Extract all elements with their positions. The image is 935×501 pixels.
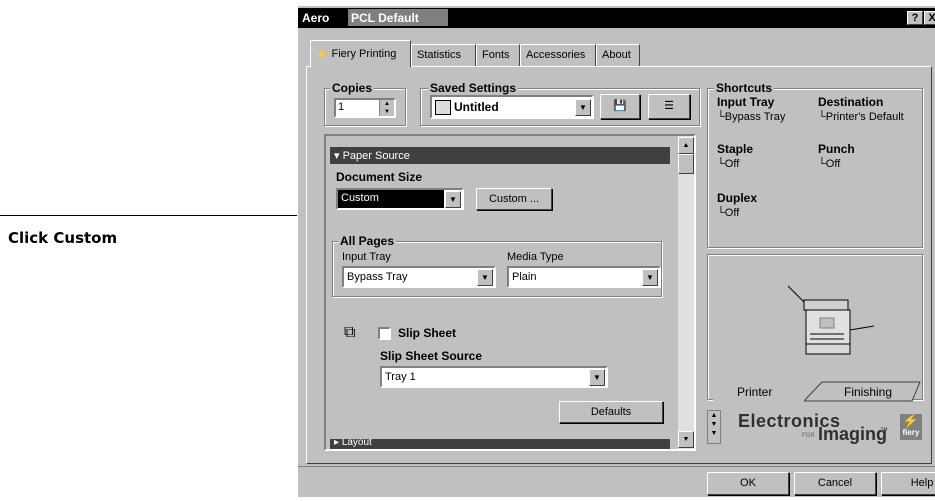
- scroll-thumb[interactable]: [678, 154, 694, 174]
- save-settings-button[interactable]: 💾: [600, 94, 640, 119]
- copies-input[interactable]: 1 ▲ ▼: [334, 98, 396, 118]
- scroll-up-arrow[interactable]: ▲: [678, 137, 694, 154]
- layout-header[interactable]: ▸ Layout: [330, 439, 670, 449]
- slip-sheet-checkbox[interactable]: [378, 327, 391, 340]
- media-type-dropdown-arrow[interactable]: ▼: [642, 269, 658, 286]
- fiery-lightning-icon: ⚡: [316, 49, 329, 60]
- saved-settings-dropdown-arrow[interactable]: ▼: [575, 99, 591, 116]
- media-type-select[interactable]: Plain ▼: [507, 266, 661, 288]
- manage-settings-button[interactable]: ☰: [648, 94, 690, 119]
- callout-label: Click Custom: [8, 229, 118, 247]
- save-icon: 💾: [613, 100, 627, 112]
- saved-settings-label: Saved Settings: [428, 81, 519, 95]
- slip-sheet-label: Slip Sheet: [398, 326, 457, 340]
- shortcut-staple-value: Off: [724, 158, 740, 170]
- panel-scrollbar[interactable]: ▲ ▼: [678, 136, 694, 449]
- help-button[interactable]: Help: [881, 472, 935, 495]
- copies-label: Copies: [330, 81, 375, 95]
- brand-trademark: ™: [880, 426, 888, 435]
- close-title-button[interactable]: X: [924, 11, 935, 25]
- scroll-down-arrow[interactable]: ▼: [678, 431, 694, 448]
- shortcut-duplex-value: Off: [724, 207, 740, 219]
- shortcut-duplex-label: Duplex: [717, 191, 758, 205]
- document-size-select[interactable]: Custom ▼: [336, 188, 464, 210]
- tab-printer[interactable]: Printer: [713, 383, 807, 401]
- shortcut-punch-label: Punch: [818, 142, 855, 156]
- finishing-tab-label: Finishing: [844, 385, 892, 399]
- shortcut-destination-value: Printer's Default: [825, 111, 904, 123]
- ok-button[interactable]: OK: [707, 472, 789, 495]
- shortcut-staple-label: Staple: [717, 142, 754, 156]
- tab-finishing[interactable]: Finishing: [804, 380, 922, 402]
- title-bar: Aero PCL Default ? X: [298, 8, 935, 28]
- settings-panel: ▾ Paper Source Document Size Custom ▼ Cu…: [324, 134, 696, 451]
- brand-scroll-control[interactable]: ▲ ▼ ▼: [707, 410, 721, 444]
- input-tray-label: Input Tray: [342, 251, 391, 263]
- input-tray-dropdown-arrow[interactable]: ▼: [477, 269, 493, 286]
- custom-button[interactable]: Custom ...: [476, 188, 552, 210]
- paper-source-header[interactable]: ▾ Paper Source: [330, 147, 670, 164]
- shortcut-punch-value: Off: [825, 158, 841, 170]
- printer-illustration-icon: [787, 285, 875, 355]
- tab-statistics[interactable]: Statistics: [411, 44, 476, 66]
- window-title: Aero: [302, 11, 330, 25]
- window-title-selected: PCL Default: [348, 9, 448, 26]
- shortcut-destination-label: Destination: [818, 95, 884, 109]
- document-size-dropdown-arrow[interactable]: ▼: [445, 191, 461, 208]
- tab-about[interactable]: About: [596, 44, 640, 66]
- tab-fiery-printing[interactable]: ⚡ Fiery Printing: [310, 40, 411, 67]
- list-icon: ☰: [664, 100, 674, 112]
- tab-fonts[interactable]: Fonts: [476, 44, 520, 66]
- slip-sheet-source-select[interactable]: Tray 1 ▼: [380, 366, 608, 388]
- all-pages-label: All Pages: [338, 234, 397, 248]
- printer-icon: [435, 100, 451, 115]
- help-title-button[interactable]: ?: [907, 11, 923, 25]
- shortcut-input-tray-label: Input Tray: [717, 95, 775, 109]
- tab-accessories[interactable]: Accessories: [520, 44, 596, 66]
- footer-divider: [298, 466, 935, 467]
- shortcut-input-tray-value: Bypass Tray: [724, 111, 786, 123]
- fiery-logo: ⚡ fiery: [900, 414, 922, 440]
- input-tray-select[interactable]: Bypass Tray ▼: [342, 266, 496, 288]
- slip-sheet-source-dropdown-arrow[interactable]: ▼: [589, 369, 605, 386]
- print-dialog-window: Aero PCL Default ? X ⚡ Fiery Printing St…: [297, 5, 935, 497]
- slip-sheet-icon: ⧉: [344, 324, 356, 341]
- cancel-button[interactable]: Cancel: [794, 472, 876, 495]
- brand-line2: Imaging: [818, 424, 888, 444]
- saved-settings-select[interactable]: Untitled ▼: [430, 95, 594, 119]
- shortcuts-label: Shortcuts: [714, 81, 775, 95]
- copies-spinner[interactable]: ▲ ▼: [379, 100, 394, 116]
- document-size-label: Document Size: [336, 170, 423, 184]
- defaults-button[interactable]: Defaults: [559, 401, 663, 423]
- media-type-label: Media Type: [507, 251, 564, 263]
- brand-for-text: FOR: [802, 433, 815, 439]
- slip-sheet-source-label: Slip Sheet Source: [380, 349, 483, 363]
